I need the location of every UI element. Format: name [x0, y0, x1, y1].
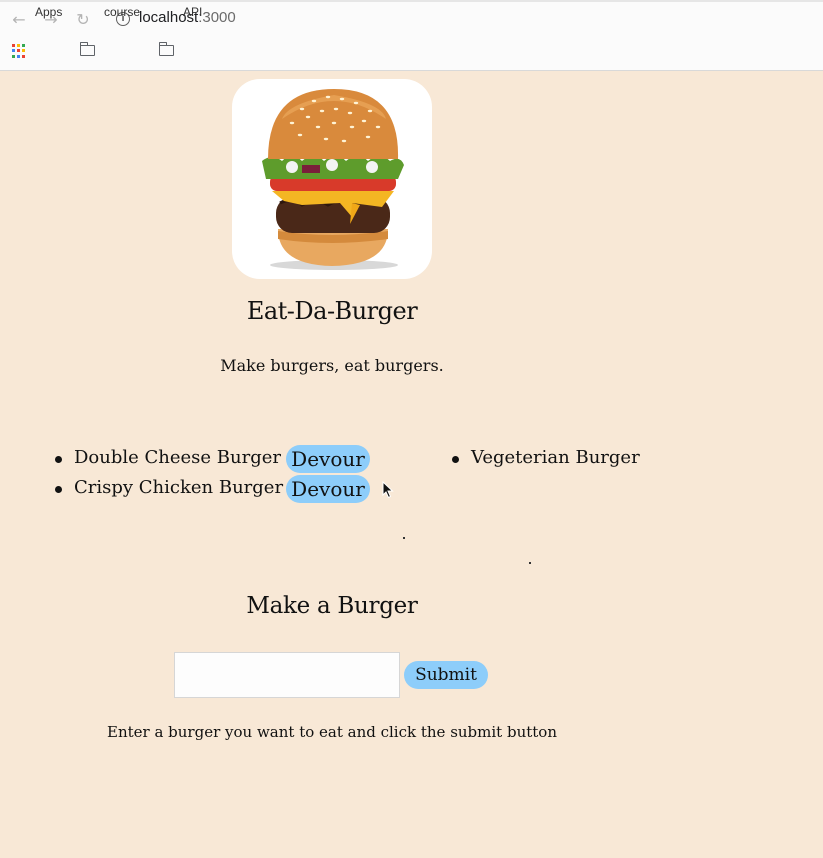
devoured-list: Vegeterian Burger	[449, 443, 640, 473]
stray-dot	[403, 537, 405, 539]
back-arrow-icon[interactable]: ←	[9, 10, 29, 30]
page-tagline: Make burgers, eat burgers.	[220, 356, 444, 375]
devour-button[interactable]: Devour	[286, 475, 370, 503]
folder-icon	[158, 42, 174, 56]
stray-dot	[529, 562, 531, 564]
url-port: :3000	[198, 9, 236, 26]
form-title: Make a Burger	[246, 593, 418, 619]
page-title: Eat-Da-Burger	[246, 297, 418, 325]
bookmark-api[interactable]: API	[183, 3, 202, 21]
not-devoured-list: Double Cheese Burger Devour Crispy Chick…	[52, 443, 370, 503]
reload-icon[interactable]: ↻	[73, 10, 93, 30]
devour-button[interactable]: Devour	[286, 445, 370, 473]
apps-grid-icon	[12, 44, 26, 58]
browser-chrome: ← → ↻ i localhost:3000 Apps course API	[0, 0, 823, 71]
burger-name: Vegeterian Burger	[471, 447, 640, 468]
bookmark-apps[interactable]: Apps	[35, 3, 62, 21]
window-top-border	[0, 0, 823, 2]
list-item: Vegeterian Burger	[449, 443, 640, 473]
submit-button[interactable]: Submit	[404, 661, 488, 689]
form-hint: Enter a burger you want to eat and click…	[107, 723, 557, 741]
burger-image	[262, 89, 404, 270]
burger-name: Crispy Chicken Burger	[74, 477, 284, 498]
burger-logo-image	[232, 79, 432, 279]
page-content: Eat-Da-Burger Make burgers, eat burgers.…	[0, 71, 823, 858]
burger-name-input[interactable]	[174, 652, 400, 698]
list-item: Double Cheese Burger Devour	[52, 443, 370, 473]
bookmark-course[interactable]: course	[104, 3, 140, 21]
list-item: Crispy Chicken Burger Devour	[52, 473, 370, 503]
mouse-cursor-icon	[382, 481, 394, 499]
folder-icon	[79, 42, 95, 56]
burger-name: Double Cheese Burger	[74, 447, 281, 468]
